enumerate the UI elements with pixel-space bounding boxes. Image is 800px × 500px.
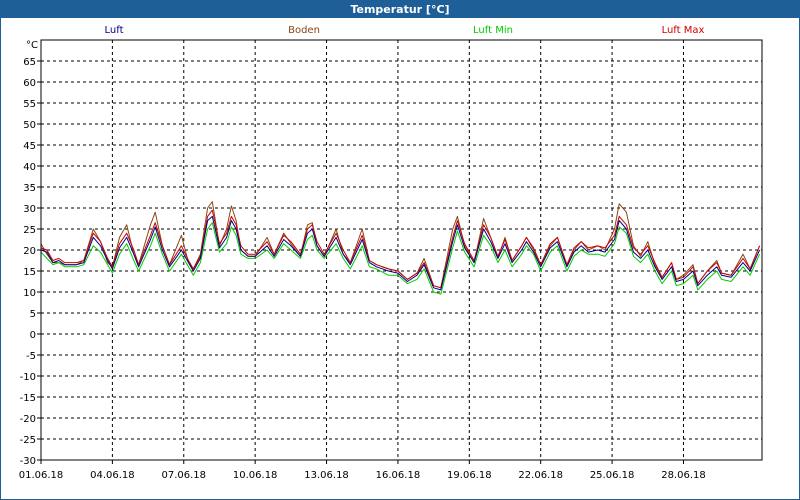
y-tick-label: 0 <box>30 330 36 341</box>
series-lines <box>40 201 761 295</box>
y-tick-label: 40 <box>23 162 36 173</box>
y-tick-label: 60 <box>23 78 36 89</box>
x-tick-label: 04.06.18 <box>90 470 135 481</box>
x-tick-label: 22.06.18 <box>518 470 563 481</box>
x-tick-label: 25.06.18 <box>590 470 635 481</box>
y-tick-label: 15 <box>23 267 36 278</box>
x-tick-label: 28.06.18 <box>661 470 706 481</box>
y-tick-label: -5 <box>26 351 36 362</box>
x-tick-label: 16.06.18 <box>376 470 421 481</box>
y-tick-label: 55 <box>23 99 36 110</box>
y-tick-label: 25 <box>23 225 36 236</box>
x-tick-label: 19.06.18 <box>447 470 492 481</box>
y-axis: 65605550454035302520151050-5-10-15-20-25… <box>20 57 41 467</box>
x-tick-label: 13.06.18 <box>304 470 349 481</box>
y-tick-label: -15 <box>20 393 36 404</box>
y-tick-label: 10 <box>23 288 36 299</box>
grid <box>41 40 762 460</box>
y-tick-label: -30 <box>20 456 36 467</box>
y-tick-label: -20 <box>20 414 36 425</box>
y-tick-label: 65 <box>23 57 36 68</box>
y-tick-label: -25 <box>20 435 36 446</box>
y-tick-label: 30 <box>23 204 36 215</box>
y-tick-label: 20 <box>23 246 36 257</box>
x-tick-label: 01.06.18 <box>19 470 64 481</box>
x-tick-label: 07.06.18 <box>162 470 207 481</box>
x-tick-label: 10.06.18 <box>233 470 278 481</box>
y-tick-label: 35 <box>23 183 36 194</box>
x-axis: 01.06.18 04.06.18 07.06.18 10.06.18 13.06.18… <box>19 460 706 481</box>
y-tick-label: 5 <box>30 309 36 320</box>
temperature-chart: 65605550454035302520151050-5-10-15-20-25… <box>19 39 763 481</box>
y-tick-label: -10 <box>20 372 36 383</box>
y-axis-unit: °C <box>26 40 38 51</box>
y-tick-label: 50 <box>23 120 36 131</box>
y-tick-label: 45 <box>23 141 36 152</box>
